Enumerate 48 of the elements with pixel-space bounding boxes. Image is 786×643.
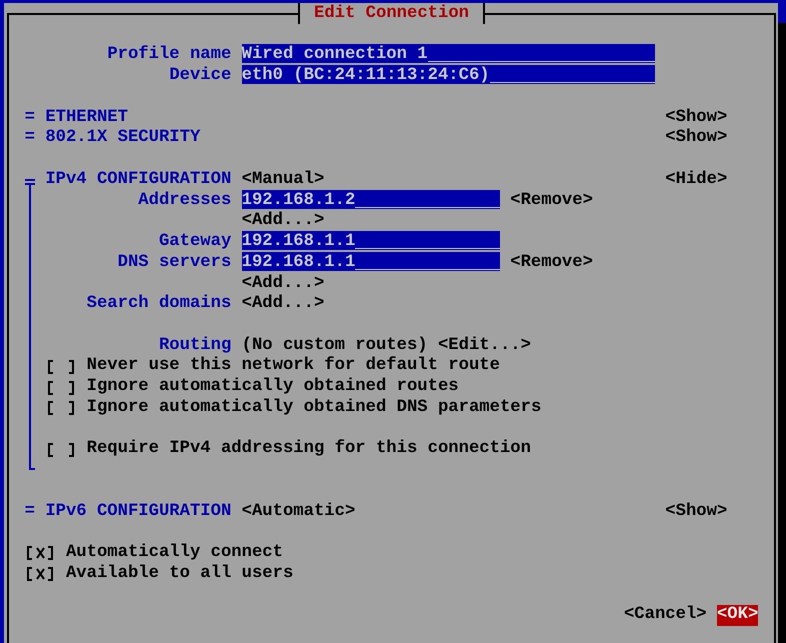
dialog-button[interactable]: <Cancel> bbox=[624, 605, 707, 626]
checkbox-label: Available to all users bbox=[66, 564, 294, 585]
dialog-button[interactable]: <OK> bbox=[716, 605, 758, 626]
section-heading: 802.1X SECURITY bbox=[45, 128, 200, 148]
cross-mark-icon bbox=[36, 547, 45, 560]
field-label: Routing bbox=[158, 336, 232, 356]
field-label: Profile name bbox=[107, 45, 232, 66]
section-heading: IPv6 CONFIGURATION bbox=[45, 502, 232, 521]
toggle-button[interactable]: <Show> bbox=[665, 502, 728, 521]
section-marker: = bbox=[24, 108, 35, 127]
dialog-title: Edit Connection bbox=[298, 3, 485, 24]
toggle-button[interactable]: <Show> bbox=[665, 128, 728, 148]
cross-mark-icon bbox=[36, 568, 45, 580]
checkbox[interactable] bbox=[24, 545, 56, 562]
checkbox[interactable] bbox=[45, 400, 76, 416]
text-field[interactable]: 192.168.1.1 bbox=[242, 252, 500, 271]
toggle-button[interactable]: <Hide> bbox=[665, 170, 728, 189]
field-label: Addresses bbox=[138, 190, 232, 212]
toggle-button[interactable]: <Show> bbox=[665, 108, 728, 127]
checkbox[interactable] bbox=[45, 442, 76, 458]
routing-status: (No custom routes) bbox=[242, 336, 428, 356]
edit-button[interactable]: <Edit...> bbox=[438, 336, 531, 355]
section-heading: ETHERNET bbox=[45, 108, 128, 127]
add-button[interactable]: <Add...> bbox=[242, 294, 324, 316]
checkbox[interactable] bbox=[45, 380, 76, 396]
checkbox-label: Ignore automatically obtained DNS parameters bbox=[86, 398, 542, 419]
checkbox-label: Automatically connect bbox=[66, 543, 283, 564]
text-field[interactable]: 192.168.1.1 bbox=[242, 231, 500, 250]
section-marker: = bbox=[24, 128, 35, 148]
field-label: Device bbox=[169, 66, 232, 87]
checkbox[interactable] bbox=[24, 566, 56, 582]
field-label: Gateway bbox=[158, 232, 232, 253]
add-button[interactable]: <Add...> bbox=[242, 211, 324, 232]
text-field[interactable]: 192.168.1.2 bbox=[242, 190, 500, 209]
checkbox-label: Require IPv4 addressing for this connection bbox=[86, 439, 531, 460]
field-label: Search domains bbox=[86, 294, 232, 316]
section-heading: IPv4 CONFIGURATION bbox=[45, 170, 232, 189]
checkbox-label: Never use this network for default route bbox=[86, 356, 500, 378]
text-field[interactable]: eth0 (BC:24:11:13:24:C6) bbox=[242, 65, 655, 84]
section-marker: = bbox=[24, 502, 35, 521]
field-label: DNS servers bbox=[118, 252, 232, 274]
remove-button[interactable]: <Remove> bbox=[510, 190, 593, 210]
mode-button[interactable]: <Automatic> bbox=[242, 502, 356, 522]
checkbox[interactable] bbox=[45, 358, 76, 375]
remove-button[interactable]: <Remove> bbox=[510, 252, 593, 272]
checkbox-label: Ignore automatically obtained routes bbox=[86, 377, 459, 398]
add-button[interactable]: <Add...> bbox=[242, 274, 324, 294]
mode-button[interactable]: <Manual> bbox=[242, 170, 324, 191]
